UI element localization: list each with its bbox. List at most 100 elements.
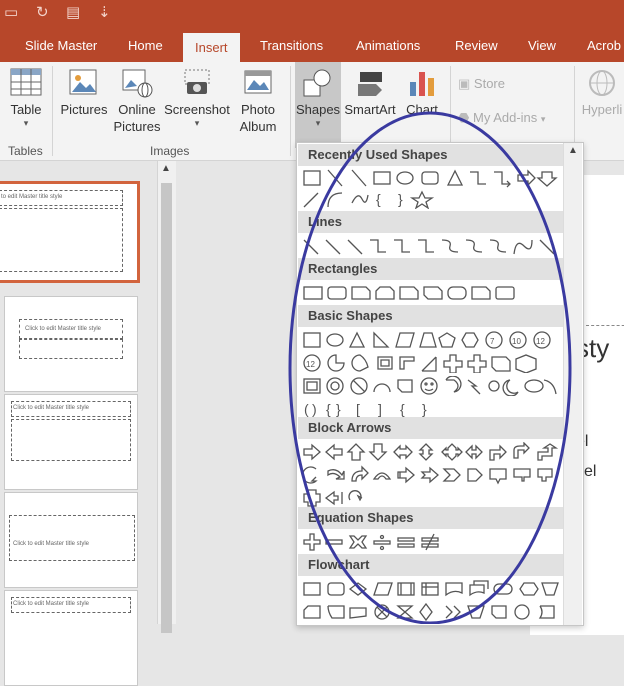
group-divider <box>290 66 291 156</box>
addins-icon: ⬣ <box>458 110 470 125</box>
slide-thumbnail-3[interactable]: Click to edit Master title style <box>4 394 138 490</box>
thumbnail-scrollbar[interactable]: ▲ <box>157 161 176 633</box>
thumbnail-title: Click to edit Master title style <box>13 405 90 411</box>
shapes-gallery-scrollbar[interactable]: ▲ <box>563 143 582 625</box>
photo-album-button[interactable]: Photo Album <box>232 68 284 135</box>
tab-animations[interactable]: Animations <box>356 30 420 62</box>
svg-text:}: } <box>398 191 403 207</box>
pictures-button[interactable]: Pictures <box>58 68 110 118</box>
recent-shapes-row-1 <box>302 168 564 188</box>
chart-button[interactable]: Chart <box>400 68 444 118</box>
scrollbar-thumb[interactable] <box>161 183 172 633</box>
slide-thumbnail-5[interactable]: Click to edit Master title style <box>4 590 138 686</box>
thumbnail-title: Click to edit Master title style <box>25 326 102 332</box>
basic-shapes-icons-3 <box>303 375 557 397</box>
online-pictures-button[interactable]: Online Pictures <box>112 68 162 135</box>
title-bar: ▭ ↻ ▤ ⇣ <box>0 0 624 30</box>
my-addins-label: My Add-ins <box>472 110 538 125</box>
group-label-tables: Tables <box>8 144 43 158</box>
start-presentation-icon[interactable]: ▤ <box>66 3 80 21</box>
slide-thumbnail-2[interactable]: Click to edit Master title style <box>4 296 138 392</box>
scroll-up-icon[interactable]: ▲ <box>161 163 171 174</box>
chevron-down-icon: ▾ <box>23 118 29 128</box>
group-divider <box>52 66 53 156</box>
rectangles-row <box>302 283 564 303</box>
ribbon-tab-bar: Slide Master Home Insert Transitions Ani… <box>0 30 624 62</box>
block-arrows-row-2 <box>302 465 564 485</box>
section-header-equation-shapes: Equation Shapes <box>298 507 572 529</box>
group-label-images: Images <box>150 144 190 158</box>
svg-text:12: 12 <box>306 360 315 369</box>
block-arrows-row-3 <box>302 488 564 508</box>
flowchart-icons-1 <box>303 580 559 597</box>
chevron-down-icon: ▾ <box>194 118 200 128</box>
flowchart-icons-2 <box>303 602 555 622</box>
svg-text:12: 12 <box>536 337 545 346</box>
scroll-up-icon[interactable]: ▲ <box>568 145 578 156</box>
store-label: Store <box>473 76 505 91</box>
rectangle-shapes-icons <box>303 286 515 300</box>
basic-shapes-icons-2: 12 <box>303 354 537 374</box>
tab-view[interactable]: View <box>528 30 556 62</box>
block-arrow-icons-2 <box>302 465 553 485</box>
pictures-label: Pictures <box>60 102 108 117</box>
smartart-label: SmartArt <box>344 102 396 117</box>
equation-shape-icons <box>303 533 439 551</box>
chevron-down-icon: ▾ <box>315 118 321 128</box>
table-icon <box>10 68 42 96</box>
basic-shapes-icons-4: () {} [] {} <box>304 401 427 417</box>
svg-text:): ) <box>312 401 317 417</box>
svg-text:}: } <box>422 401 427 417</box>
screenshot-label: Screenshot <box>164 102 230 117</box>
save-icon[interactable]: ▭ <box>4 3 18 21</box>
smartart-icon <box>358 72 382 96</box>
hyperlink-label: Hyperli <box>581 102 623 117</box>
customize-qat-icon[interactable]: ⇣ <box>98 3 111 21</box>
tab-slide-master[interactable]: Slide Master <box>25 30 97 62</box>
chevron-down-icon: ▾ <box>540 114 546 124</box>
svg-text:}: } <box>336 401 341 417</box>
screenshot-icon <box>184 69 210 94</box>
online-pictures-label: Online Pictures <box>113 102 161 134</box>
tab-insert[interactable]: Insert <box>183 33 240 62</box>
store-button[interactable]: ▣ Store <box>458 76 505 92</box>
svg-text:7: 7 <box>490 337 495 346</box>
tab-acrobat[interactable]: Acrob <box>587 30 621 62</box>
online-pictures-icon <box>122 69 153 98</box>
basic-shapes-row-1: 7 10 12 <box>302 330 564 350</box>
tab-home[interactable]: Home <box>128 30 163 62</box>
flowchart-row-2 <box>302 602 564 622</box>
line-shapes-icons <box>303 239 555 255</box>
section-header-flowchart: Flowchart <box>298 554 572 576</box>
svg-text:{: { <box>376 191 381 207</box>
table-label: Table <box>10 102 42 117</box>
photo-album-label: Photo Album <box>239 102 277 134</box>
block-arrow-icons-1 <box>303 441 559 461</box>
basic-shapes-icons-1: 7 10 12 <box>303 331 551 349</box>
table-button[interactable]: Table ▾ <box>4 68 48 128</box>
tab-review[interactable]: Review <box>455 30 498 62</box>
basic-shapes-row-4: () {} [] {} <box>302 399 564 419</box>
section-header-recently-used: Recently Used Shapes <box>298 144 572 166</box>
lines-row <box>302 236 564 256</box>
screenshot-button[interactable]: Screenshot ▾ <box>162 68 232 128</box>
smartart-button[interactable]: SmartArt <box>343 68 397 118</box>
subtitle-placeholder <box>19 339 123 359</box>
shapes-button[interactable]: Shapes ▾ <box>295 62 341 148</box>
thumbnail-title: to edit Master title style <box>1 194 63 200</box>
shapes-gallery-dropdown: Recently Used Shapes {} Lines Rectangles… <box>296 142 584 626</box>
block-arrows-row-1 <box>302 441 564 462</box>
section-header-rectangles: Rectangles <box>298 258 572 280</box>
slide-thumbnail-4[interactable]: Click to edit Master title style <box>4 492 138 588</box>
redo-icon[interactable]: ↻ <box>36 3 49 21</box>
slide-thumbnail-pane: to edit Master title style Click to edit… <box>0 161 175 686</box>
globe-icon <box>589 70 615 96</box>
title-placeholder <box>9 515 135 561</box>
my-addins-button[interactable]: ⬣ My Add-ins ▾ <box>458 110 545 126</box>
section-header-basic-shapes: Basic Shapes <box>298 305 572 327</box>
slide-thumbnail-1[interactable]: to edit Master title style <box>0 181 140 283</box>
hyperlink-button[interactable]: Hyperli <box>580 68 624 118</box>
tab-transitions[interactable]: Transitions <box>260 30 323 62</box>
thumbnail-title: Click to edit Master title style <box>13 601 90 607</box>
flowchart-row-1 <box>302 579 564 599</box>
